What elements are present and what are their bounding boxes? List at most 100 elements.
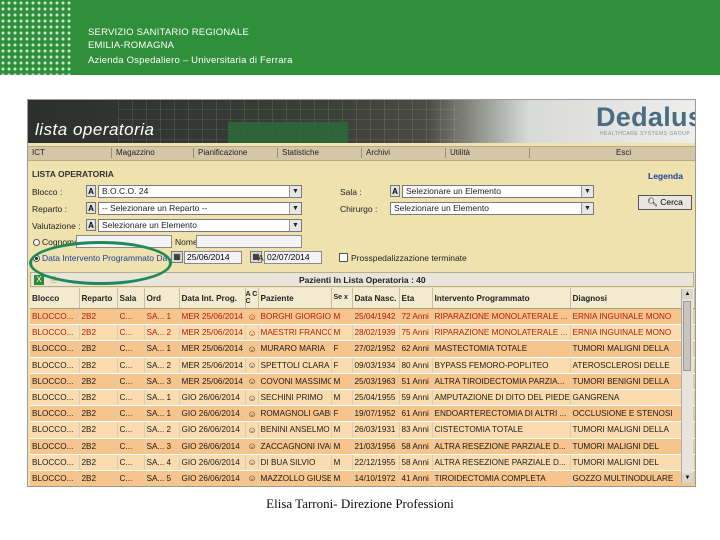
blocco-select[interactable]: B.O.C.O. 24 ▼: [98, 185, 302, 198]
col-header[interactable]: Data Nasc.: [352, 288, 400, 309]
cell-sala: C...: [117, 324, 145, 342]
cell-sala2: SA... 2: [144, 324, 180, 342]
cell-sex: M: [331, 373, 353, 390]
valutazione-a-button[interactable]: A: [86, 219, 96, 231]
excel-icon[interactable]: X: [34, 275, 44, 285]
chirurgo-select[interactable]: Selezionare un Elemento ▼: [390, 202, 594, 215]
table-row[interactable]: BLOCCO... 2B2 C... SA... 1 MER 25/06/2014 ☺ MU…: [30, 340, 695, 358]
col-header[interactable]: Diagnosi: [570, 288, 695, 309]
cell-sex: M: [331, 324, 353, 342]
col-header[interactable]: Blocco: [30, 288, 80, 309]
cell-data: GIO 26/06/2014: [179, 389, 246, 407]
cell-paziente: DI BUA SILVIO: [258, 454, 332, 471]
col-header[interactable]: Sala: [117, 288, 145, 309]
cell-blocco: BLOCCO...: [30, 389, 80, 407]
table-row[interactable]: BLOCCO... 2B2 C... SA... 5 GIO 26/06/2014 ☺ MA…: [30, 470, 695, 486]
cell-blocco: BLOCCO...: [30, 454, 80, 471]
data-from-input[interactable]: 25/06/2014: [184, 251, 242, 264]
table-row[interactable]: BLOCCO... 2B2 C... SA... 4 GIO 26/06/2014 ☺ DI…: [30, 454, 695, 471]
col-header[interactable]: Se x: [331, 288, 353, 309]
app-window: lista operatoria Dedalus HEALTHCARE SYST…: [27, 99, 696, 487]
menu-item-statistiche[interactable]: Statistiche: [278, 148, 362, 158]
reparto-a-button[interactable]: A: [86, 202, 96, 214]
cell-paziente: ZACCAGNONI IVAL...: [258, 438, 332, 455]
cell-ord: 1: [166, 409, 172, 419]
cell-sala: C...: [117, 389, 145, 407]
data-to-input[interactable]: 02/07/2014: [264, 251, 322, 264]
org-line-2: EMILIA-ROMAGNA: [88, 40, 175, 51]
reparto-label: Reparto :: [32, 204, 67, 214]
table-row[interactable]: BLOCCO... 2B2 C... SA... 1 MER 25/06/2014 ☺ BO…: [30, 308, 695, 326]
table-scrollbar[interactable]: ▲ ▼: [681, 289, 693, 483]
valutazione-select[interactable]: Selezionare un Elemento ▼: [98, 219, 302, 232]
cell-intervento: RIPARAZIONE MONOLATERALE ...: [432, 308, 571, 326]
cell-sala2: SA...: [146, 328, 165, 338]
prosped-checkbox[interactable]: [339, 253, 348, 262]
chevron-down-icon: ▼: [581, 186, 593, 197]
cell-ord: 1: [166, 393, 172, 403]
reparto-select[interactable]: -- Selezionare un Reparto -- ▼: [98, 202, 302, 215]
menu-item-archivi[interactable]: Archivi: [362, 148, 446, 158]
sala-a-button[interactable]: A: [390, 185, 400, 197]
app-title: lista operatoria: [35, 120, 155, 139]
cell-nasc: 14/10/1972: [352, 470, 400, 486]
menu-item-ict[interactable]: ICT: [28, 148, 112, 158]
table-row[interactable]: BLOCCO... 2B2 C... SA... 2 MER 25/06/2014 ☺ SP…: [30, 357, 695, 374]
cell-data: GIO 26/06/2014: [179, 438, 246, 455]
cell-eta: 58 Anni: [399, 438, 433, 455]
scroll-up-icon[interactable]: ▲: [682, 289, 693, 299]
cell-sala2: SA...: [146, 473, 165, 483]
cell-reparto: 2B2: [79, 324, 118, 342]
cell-data: GIO 26/06/2014: [179, 421, 246, 439]
cerca-button[interactable]: 🔍︎ Cerca: [638, 195, 692, 210]
cell-nasc: 19/07/1952: [352, 405, 400, 423]
cell-intervento: BYPASS FEMORO-POPLITEO: [432, 357, 571, 374]
table-row[interactable]: BLOCCO... 2B2 C... SA... 2 MER 25/06/2014 ☺ MA…: [30, 324, 695, 342]
cell-eta: 59 Anni: [399, 389, 433, 407]
cell-nasc: 25/03/1963: [352, 373, 400, 390]
cell-blocco: BLOCCO...: [30, 470, 80, 486]
scroll-thumb[interactable]: [683, 301, 691, 371]
cell-paziente: ROMAGNOLI GABR...: [258, 405, 332, 423]
cell-data: GIO 26/06/2014: [179, 454, 246, 471]
cell-nasc: 26/03/1931: [352, 421, 400, 439]
cell-intervento: ALTRA RESEZIONE PARZIALE D...: [432, 438, 571, 455]
col-header[interactable]: Paziente: [258, 288, 332, 309]
cell-sala2: SA... 1: [144, 340, 180, 358]
cell-sala2: SA...: [146, 409, 165, 419]
col-header[interactable]: Eta: [399, 288, 433, 309]
cell-reparto: 2B2: [79, 340, 118, 358]
calendar-icon[interactable]: ▦: [171, 251, 183, 263]
tab-lista-operatoria[interactable]: LISTA OPERATORIA: [32, 169, 114, 179]
table-row[interactable]: BLOCCO... 2B2 C... SA... 1 GIO 26/06/2014 ☺ SE…: [30, 389, 695, 407]
table-row[interactable]: BLOCCO... 2B2 C... SA... 3 MER 25/06/2014 ☺ CO…: [30, 373, 695, 390]
menu-bar: ICT Magazzino Pianificazione Statistiche…: [28, 146, 695, 161]
menu-item-magazzino[interactable]: Magazzino: [112, 148, 194, 158]
table-row[interactable]: BLOCCO... 2B2 C... SA... 2 GIO 26/06/2014 ☺ BE…: [30, 421, 695, 439]
legenda-link[interactable]: Legenda: [648, 171, 683, 181]
table-row[interactable]: BLOCCO... 2B2 C... SA... 1 GIO 26/06/2014 ☺ RO…: [30, 405, 695, 423]
col-header[interactable]: A C C: [245, 288, 259, 309]
valutazione-label: Valutazione :: [32, 221, 81, 231]
col-header[interactable]: Reparto: [79, 288, 118, 309]
cell-data: GIO 26/06/2014: [179, 405, 246, 423]
cell-reparto: 2B2: [79, 470, 118, 486]
sala-select[interactable]: Selezionare un Elemento ▼: [402, 185, 594, 198]
cell-sex: M: [331, 389, 353, 407]
menu-item-pianificazione[interactable]: Pianificazione: [194, 148, 278, 158]
cell-eta: 51 Anni: [399, 373, 433, 390]
menu-item-esci[interactable]: Esci: [612, 148, 695, 158]
cognome-radio[interactable]: [33, 239, 40, 246]
col-header[interactable]: Intervento Programmato: [432, 288, 571, 309]
col-header[interactable]: Ord: [144, 288, 180, 309]
scroll-down-icon[interactable]: ▼: [682, 473, 693, 483]
table-row[interactable]: BLOCCO... 2B2 C... SA... 3 GIO 26/06/2014 ☺ ZA…: [30, 438, 695, 455]
menu-item-utilita[interactable]: Utilità: [446, 148, 530, 158]
blocco-a-button[interactable]: A: [86, 185, 96, 197]
cell-nasc: 27/02/1952: [352, 340, 400, 358]
slide-header: SERVIZIO SANITARIO REGIONALE EMILIA-ROMA…: [0, 0, 720, 75]
col-header[interactable]: Data Int. Prog.: [179, 288, 246, 309]
nome-input[interactable]: [196, 235, 302, 248]
cell-diagnosi: ERNIA INGUINALE MONO: [570, 324, 695, 342]
cell-sala: C...: [117, 454, 145, 471]
